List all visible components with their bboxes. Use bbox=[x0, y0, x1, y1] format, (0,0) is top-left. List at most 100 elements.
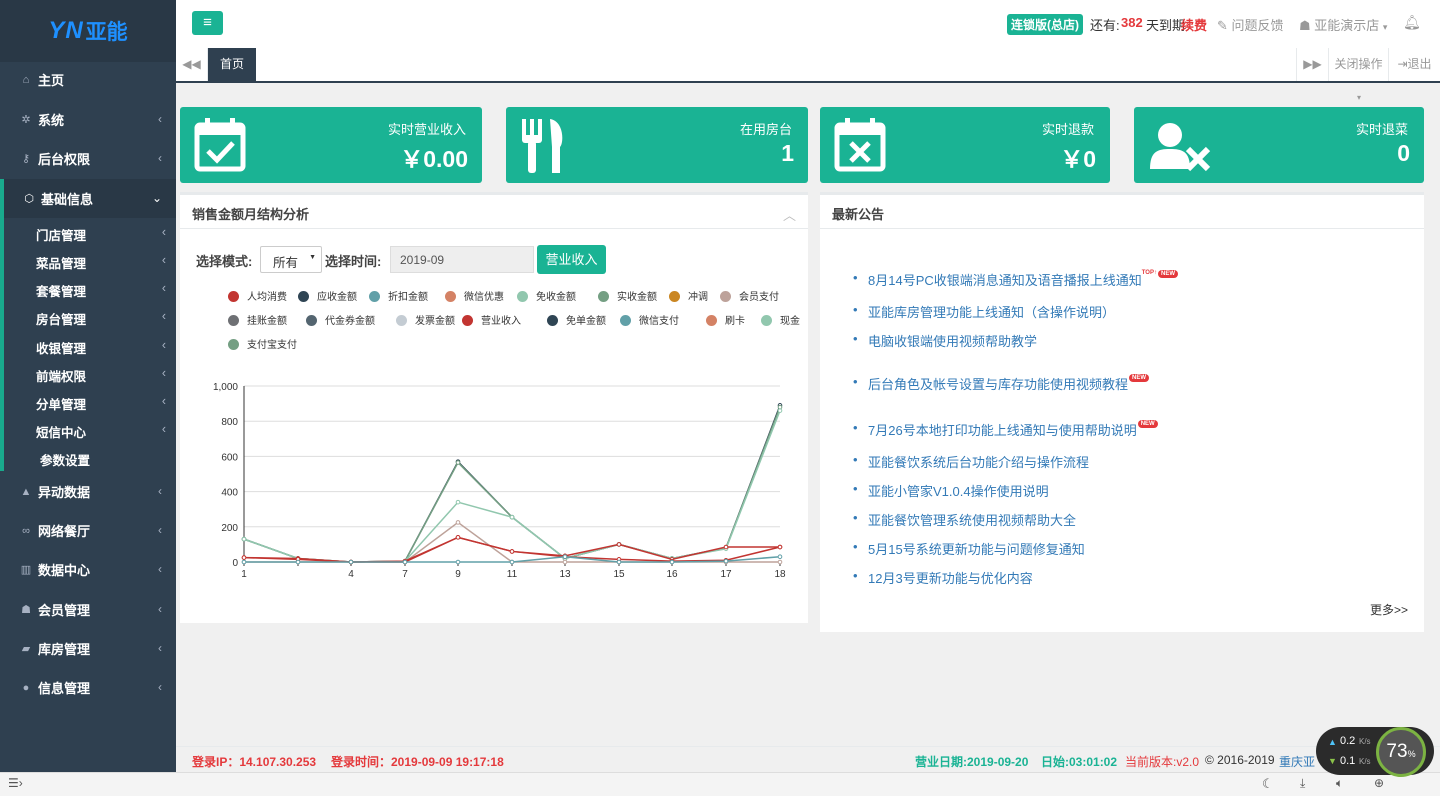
sidebar-toggle-icon[interactable]: ☰› bbox=[8, 776, 23, 790]
close-operations-button[interactable]: 关闭操作 bbox=[1328, 48, 1388, 81]
legend-item[interactable]: 实收金额 bbox=[598, 288, 657, 303]
legend-item[interactable]: 刷卡 bbox=[706, 312, 745, 327]
sidebar-subitem-frontend-permissions[interactable]: 前端权限 ‹ bbox=[36, 366, 166, 385]
chevron-left-icon: ‹ bbox=[161, 422, 166, 436]
legend-item[interactable]: 营业收入 bbox=[462, 312, 521, 327]
legend-item[interactable]: 现金 bbox=[761, 312, 800, 327]
logo[interactable]: YN 亚能 bbox=[0, 0, 176, 62]
memory-gauge: 73% bbox=[1376, 727, 1426, 777]
legend-item[interactable]: 免单金额 bbox=[547, 312, 606, 327]
sidebar-item-basic-info[interactable]: ⬡ 基础信息 ⌄ bbox=[0, 179, 176, 218]
legend-item[interactable]: 微信支付 bbox=[620, 312, 679, 327]
data-point bbox=[241, 536, 247, 542]
legend-item[interactable]: 冲调 bbox=[669, 288, 708, 303]
notice-item[interactable]: 亚能小管家V1.0.4操作使用说明 bbox=[853, 481, 1049, 500]
notice-item[interactable]: 亚能餐饮系统后台功能介绍与操作流程 bbox=[853, 452, 1089, 471]
top-badge: TOP bbox=[1141, 270, 1154, 276]
renew-link[interactable]: 续费 bbox=[1181, 15, 1207, 34]
y-tick-label: 600 bbox=[221, 452, 238, 463]
network-speed-widget[interactable]: ▲ 0.2 K/s ▼ 0.1 K/s 73% bbox=[1316, 727, 1434, 777]
notice-item[interactable]: 亚能餐饮管理系统使用视频帮助大全 bbox=[853, 510, 1076, 529]
volume-icon[interactable]: 🔈︎ bbox=[1336, 776, 1343, 791]
sidebar-item-messages[interactable]: ● 信息管理 ‹ bbox=[0, 668, 176, 707]
sidebar-subitem-tables[interactable]: 房台管理 ‹ bbox=[36, 309, 166, 328]
series-line bbox=[243, 405, 781, 563]
x-tick-label: 17 bbox=[720, 569, 732, 580]
legend-swatch bbox=[620, 315, 631, 326]
notice-item[interactable]: 5月15号系统更新功能与问题修复通知 bbox=[853, 539, 1085, 558]
sidebar-subitem-dishes[interactable]: 菜品管理 ‹ bbox=[36, 253, 166, 272]
sidebar-subitem-sms-center[interactable]: 短信中心 ‹ bbox=[36, 422, 166, 441]
tab-scroll-left-button[interactable]: ◀◀ bbox=[176, 48, 208, 81]
notice-item[interactable]: 8月14号PC收银端消息通知及语音播报上线通知TOP↑NEW bbox=[853, 270, 1178, 289]
sidebar-subitem-cashier[interactable]: 收银管理 ‹ bbox=[36, 338, 166, 357]
new-badge: NEW bbox=[1157, 270, 1178, 278]
chevron-up-icon[interactable]: ︿ bbox=[783, 205, 796, 224]
line-chart: 1,000 800 600 400 200 01 4 7 9 11 13 15 16 17 18 bbox=[213, 382, 786, 580]
sidebar-item-warehouse[interactable]: ▰ 库房管理 ‹ bbox=[0, 629, 176, 668]
sidebar-item-exceptions[interactable]: ▲ 异动数据 ‹ bbox=[0, 472, 176, 511]
legend-swatch bbox=[228, 339, 239, 350]
legend-item[interactable]: 代金券金额 bbox=[306, 312, 375, 327]
data-point bbox=[348, 559, 354, 565]
sidebar-subitem-sets[interactable]: 套餐管理 ‹ bbox=[36, 281, 166, 300]
legend-item[interactable]: 应收金额 bbox=[298, 288, 357, 303]
legend-item[interactable]: 挂账金额 bbox=[228, 312, 287, 327]
y-tick-label: 0 bbox=[232, 558, 238, 569]
notice-text: 后台角色及帐号设置与库存功能使用视频教程 bbox=[868, 377, 1129, 392]
notice-item[interactable]: 12月3号更新功能与优化内容 bbox=[853, 568, 1033, 587]
data-point bbox=[777, 408, 783, 413]
sidebar-subitem-split-orders[interactable]: 分单管理 ‹ bbox=[36, 394, 166, 413]
menu-toggle-button[interactable]: ≡ bbox=[192, 11, 223, 35]
bell-icon[interactable]: 🔔︎ bbox=[1403, 14, 1421, 31]
legend-item[interactable]: 微信优惠 bbox=[445, 288, 504, 303]
revenue-button[interactable]: 营业收入 bbox=[537, 245, 606, 274]
user-menu[interactable]: ☗ 亚能演示店 ▾ bbox=[1299, 15, 1387, 34]
feedback-link[interactable]: ✎ 问题反馈 bbox=[1217, 15, 1284, 34]
notice-item[interactable]: 后台角色及帐号设置与库存功能使用视频教程NEW bbox=[853, 374, 1150, 393]
notice-item[interactable]: 亚能库房管理功能上线通知（含操作说明） bbox=[853, 302, 1115, 321]
legend-item[interactable]: 折扣金额 bbox=[369, 288, 428, 303]
subitem-label: 前端权限 bbox=[36, 370, 87, 384]
moon-icon[interactable]: ☾ bbox=[1262, 776, 1274, 792]
time-input[interactable]: 2019-09 bbox=[390, 246, 534, 273]
logout-button[interactable]: ⇥退出 bbox=[1388, 48, 1440, 81]
legend-item[interactable]: 支付宝支付 bbox=[228, 336, 297, 351]
mode-select[interactable]: 所有 ▼ bbox=[260, 246, 322, 273]
download-icon[interactable]: ⤓ bbox=[1300, 776, 1305, 791]
legend-item[interactable]: 免收金额 bbox=[517, 288, 576, 303]
data-point bbox=[616, 559, 622, 565]
tab-scroll-right-button[interactable]: ▶▶ bbox=[1296, 48, 1328, 81]
stat-label: 实时退款 bbox=[1041, 122, 1094, 137]
chevron-down-icon: ⌄ bbox=[151, 191, 162, 205]
sidebar-item-admin-permissions[interactable]: ⚷ 后台权限 ‹ bbox=[0, 139, 176, 178]
series-line bbox=[244, 521, 780, 563]
sidebar-subitem-parameters[interactable]: 参数设置 bbox=[40, 450, 170, 469]
legend-swatch bbox=[298, 291, 309, 302]
notice-item[interactable]: 电脑收银端使用视频帮助教学 bbox=[853, 331, 1037, 350]
data-point bbox=[723, 558, 729, 564]
data-point bbox=[295, 559, 301, 565]
legend-item[interactable]: 人均消费 bbox=[228, 288, 287, 303]
user-times-icon bbox=[1150, 123, 1211, 172]
chevron-left-icon: ‹ bbox=[158, 602, 162, 616]
sidebar-item-home[interactable]: ⌂ 主页 bbox=[0, 60, 176, 99]
more-link[interactable]: 更多>> bbox=[1370, 601, 1408, 618]
tabs-bar: ◀◀ 首页 ▶▶ 关闭操作 ⇥退出 bbox=[176, 48, 1440, 83]
arrow-up-icon: ↑ bbox=[1153, 270, 1157, 276]
y-tick-label: 200 bbox=[221, 523, 238, 534]
company-link[interactable]: 重庆亚 bbox=[1279, 753, 1315, 770]
sidebar-subitem-stores[interactable]: 门店管理 ‹ bbox=[36, 225, 166, 244]
tab-home[interactable]: 首页 bbox=[208, 48, 256, 81]
sidebar-item-members[interactable]: ☗ 会员管理 ‹ bbox=[0, 590, 176, 629]
sidebar-item-online-restaurant[interactable]: ∞ 网络餐厅 ‹ bbox=[0, 511, 176, 550]
legend-item[interactable]: 发票金额 bbox=[396, 312, 455, 327]
sidebar-item-data-center[interactable]: ▥ 数据中心 ‹ bbox=[0, 550, 176, 589]
legend-item[interactable]: 会员支付 bbox=[720, 288, 779, 303]
active-indicator bbox=[0, 218, 4, 471]
zoom-icon[interactable]: ⊕ bbox=[1374, 776, 1384, 790]
stat-card-tables: 在用房台 1 bbox=[506, 107, 808, 183]
sidebar-item-system[interactable]: ✲ 系统 ‹ bbox=[0, 100, 176, 139]
notice-item[interactable]: 7月26号本地打印功能上线通知与使用帮助说明NEW bbox=[853, 420, 1158, 439]
backward-icon: ◀◀ bbox=[182, 57, 201, 71]
